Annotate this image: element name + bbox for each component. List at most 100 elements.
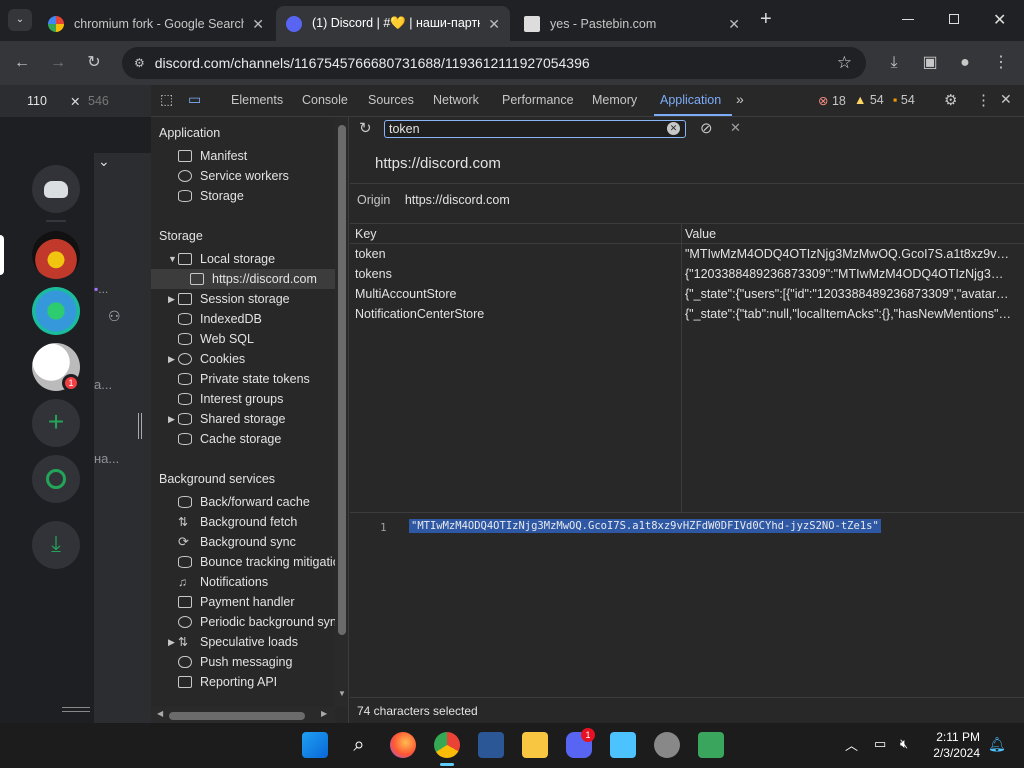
device-toolbar-icon[interactable]: ▭ (188, 91, 201, 108)
selected-token-text[interactable]: "MTIwMzM4ODQ4OTIzNjg3MzMwOQ.GcoI7S.a1t8x… (409, 519, 881, 533)
network-icon[interactable]: ▭ (874, 736, 886, 752)
sidebar-item-interest-groups[interactable]: Interest groups (178, 389, 283, 409)
column-header-value[interactable]: Value (682, 224, 1024, 244)
bookmark-star-icon[interactable]: ☆ (837, 53, 852, 73)
tab-sources[interactable]: Sources (368, 93, 414, 107)
column-separator[interactable] (681, 224, 682, 514)
chevron-up-icon[interactable]: ︿ (845, 735, 858, 754)
tab-pastebin[interactable]: yes - Pastebin.com ✕ (514, 6, 750, 41)
address-bar[interactable]: ⚙ discord.com/channels/11675457666807316… (122, 47, 866, 79)
sidebar-item-periodic-sync[interactable]: Periodic background sync (178, 612, 343, 632)
back-icon[interactable]: ← (12, 53, 32, 73)
tab-memory[interactable]: Memory (592, 93, 637, 107)
table-row-key[interactable]: token (355, 244, 675, 264)
table-row-value[interactable]: {"_state":{"users":[{"id":"1203388489236… (685, 284, 1011, 304)
sidebar-item-speculative-loads[interactable]: ▶ ⇅ Speculative loads (168, 632, 298, 652)
tab-google[interactable]: chromium fork - Google Search ✕ (38, 6, 274, 41)
sidebar-item-local-storage[interactable]: ▼ Local storage (168, 249, 275, 269)
sidebar-item-cache-storage[interactable]: Cache storage (178, 429, 281, 449)
refresh-icon[interactable]: ↻ (359, 119, 372, 137)
sidebar-item-background-fetch[interactable]: ⇅ Background fetch (178, 512, 297, 532)
sidebar-item-indexeddb[interactable]: IndexedDB (178, 309, 262, 329)
system-clock[interactable]: 2:11 PM 2/3/2024 (933, 729, 980, 761)
sidebar-item-reporting-api[interactable]: Reporting API (178, 672, 277, 692)
close-tab-icon[interactable]: ✕ (488, 16, 500, 33)
tab-console[interactable]: Console (302, 93, 348, 107)
sidebar-vscrollbar[interactable]: ▼ (335, 117, 348, 707)
add-member-icon[interactable]: ⚇ (108, 308, 121, 325)
clear-all-icon[interactable]: ⊘ (700, 119, 713, 137)
table-row-key[interactable]: NotificationCenterStore (355, 304, 675, 324)
minimize-button[interactable] (902, 19, 914, 20)
more-tabs-icon[interactable]: » (736, 91, 744, 107)
profile-icon[interactable]: ● (955, 53, 975, 73)
notepad-icon[interactable] (610, 732, 636, 758)
sidebar-item-web-sql[interactable]: Web SQL (178, 329, 254, 349)
column-header-key[interactable]: Key (350, 224, 681, 244)
close-tab-icon[interactable]: ✕ (252, 16, 264, 33)
filter-input[interactable]: token (384, 120, 686, 138)
sidebar-item-storage[interactable]: Storage (178, 186, 244, 206)
clear-filter-icon[interactable]: ✕ (667, 122, 680, 135)
window-close-button[interactable]: ✕ (993, 10, 1006, 30)
file-explorer-icon[interactable] (522, 732, 548, 758)
sidebar-item-bfcache[interactable]: Back/forward cache (178, 492, 310, 512)
restore-button[interactable] (949, 14, 959, 24)
table-row-value[interactable]: {"_state":{"tab":null,"localItemAcks":{}… (685, 304, 1011, 324)
menu-icon[interactable]: ⋮ (991, 53, 1011, 73)
chevron-down-icon[interactable]: ⌄ (98, 153, 110, 170)
sidebar-item-service-workers[interactable]: Service workers (178, 166, 289, 186)
settings-app-icon[interactable] (654, 732, 680, 758)
close-tab-icon[interactable]: ✕ (728, 16, 740, 33)
volume-muted-icon[interactable]: 🔇︎ (900, 736, 908, 752)
tab-network[interactable]: Network (433, 93, 479, 107)
expand-arrow-icon[interactable]: ▼ (168, 254, 177, 264)
windows-start-icon[interactable] (302, 732, 328, 758)
notification-bell-icon[interactable]: 🔔︎ (988, 736, 1006, 753)
scroll-grip-icon[interactable] (62, 707, 90, 712)
server-avatar[interactable] (32, 287, 80, 335)
server-avatar[interactable] (32, 231, 80, 279)
close-icon[interactable]: ✕ (70, 94, 80, 109)
value-preview-editor[interactable]: 1 "MTIwMzM4ODQ4OTIzNjg3MzMwOQ.GcoI7S.a1t… (350, 513, 1024, 697)
delete-selected-icon[interactable]: ✕ (730, 120, 741, 136)
side-panel-icon[interactable]: ▣ (920, 53, 940, 73)
kebab-menu-icon[interactable]: ⋮ (976, 91, 991, 109)
close-devtools-icon[interactable]: ✕ (1000, 91, 1012, 108)
expand-arrow-icon[interactable]: ▶ (168, 414, 175, 425)
sidebar-hscrollbar[interactable]: ◀ ▶ (151, 707, 335, 723)
tab-performance[interactable]: Performance (502, 93, 574, 107)
add-server-icon[interactable]: + (32, 399, 80, 447)
tab-elements[interactable]: Elements (231, 93, 283, 107)
sidebar-item-background-sync[interactable]: ⟳ Background sync (178, 532, 296, 552)
download-icon[interactable]: ⤓ (884, 53, 904, 73)
messenger-icon[interactable] (698, 732, 724, 758)
tab-search-button[interactable]: ⌄ (8, 9, 32, 31)
settings-icon[interactable]: ⚙ (944, 91, 957, 109)
tab-discord[interactable]: (1) Discord | #💛 | наши-партнё ✕ (276, 6, 510, 41)
error-count[interactable]: ⊗ 18 (818, 93, 846, 108)
firefox-icon[interactable] (390, 732, 416, 758)
resize-handle[interactable] (138, 413, 142, 439)
sidebar-item-shared-storage[interactable]: ▶ Shared storage (168, 409, 285, 429)
expand-arrow-icon[interactable]: ▶ (168, 294, 175, 305)
sidebar-item-notifications[interactable]: ♫ Notifications (178, 572, 268, 592)
sidebar-item-bounce-tracking[interactable]: Bounce tracking mitigatio (178, 552, 340, 572)
new-tab-button[interactable]: + (760, 8, 772, 31)
sidebar-item-cookies[interactable]: ▶ Cookies (168, 349, 245, 369)
explore-icon[interactable] (32, 455, 80, 503)
site-info-icon[interactable]: ⚙ (134, 56, 145, 70)
sidebar-item-private-state-tokens[interactable]: Private state tokens (178, 369, 310, 389)
sidebar-item-push-messaging[interactable]: Push messaging (178, 652, 292, 672)
discord-home-icon[interactable] (32, 165, 80, 213)
chrome-icon[interactable] (434, 732, 460, 758)
reload-icon[interactable]: ↻ (84, 53, 104, 73)
sidebar-item-payment-handler[interactable]: Payment handler (178, 592, 295, 612)
expand-arrow-icon[interactable]: ▶ (168, 637, 175, 648)
warning-count[interactable]: ▲ 54 (854, 93, 884, 107)
issue-count[interactable]: ▪ 54 (893, 93, 915, 107)
sidebar-item-manifest[interactable]: Manifest (178, 146, 247, 166)
table-row-key[interactable]: tokens (355, 264, 675, 284)
search-icon[interactable]: ⌕ (346, 732, 372, 758)
expand-arrow-icon[interactable]: ▶ (168, 354, 175, 365)
